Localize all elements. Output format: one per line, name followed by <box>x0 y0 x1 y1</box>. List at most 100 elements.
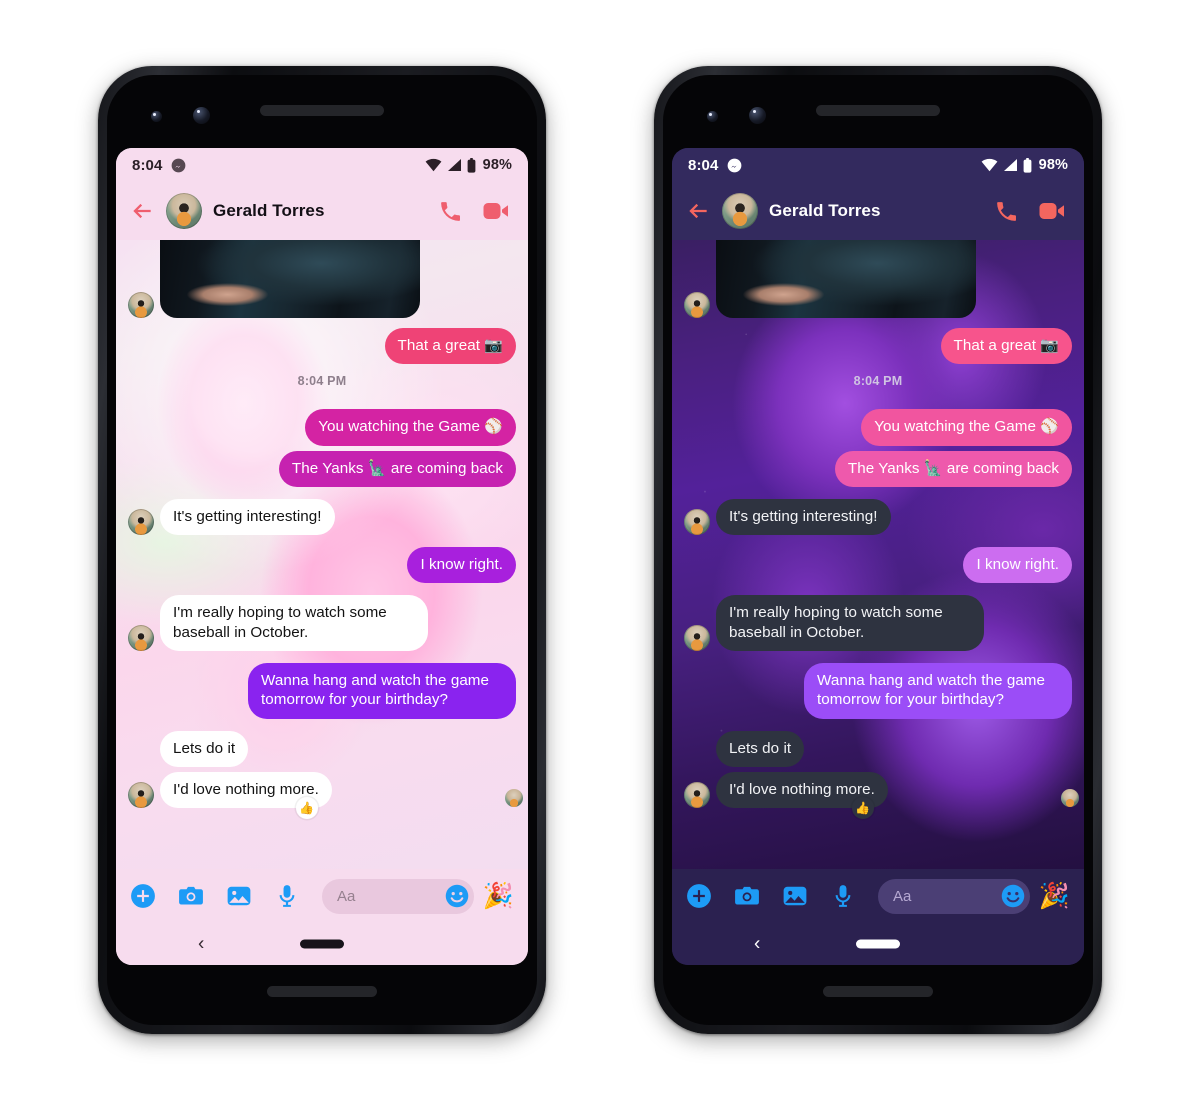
message-bubble[interactable]: That a great 📷 <box>384 328 516 365</box>
phone-device-light: 8:04 98% Gerald Torres That a great 📷 8:… <box>98 66 546 1034</box>
battery-percent: 98% <box>482 157 512 173</box>
nav-back-button[interactable]: ‹ <box>754 935 760 954</box>
status-bar-right: 98% <box>981 157 1068 173</box>
contact-avatar[interactable] <box>166 193 202 229</box>
message-emoji: ⚾ <box>1040 418 1059 436</box>
message-emoji: 📷 <box>484 337 503 354</box>
message-bubble[interactable]: You watching the Game ⚾ <box>305 409 516 446</box>
message-row: You watching the Game ⚾ <box>684 409 1072 446</box>
message-bubble[interactable]: Wanna hang and watch the game tomorrow f… <box>248 663 516 719</box>
avatar[interactable] <box>128 509 154 536</box>
smiley-face-icon[interactable] <box>444 883 470 909</box>
message-row: Lets do it <box>128 730 516 767</box>
reaction-badge[interactable]: 👍 <box>295 797 318 820</box>
sensor-dot-icon <box>707 111 718 122</box>
message-timestamp: 8:04 PM <box>853 374 903 389</box>
screenshot-stage: 8:04 98% Gerald Torres That a great 📷 8:… <box>0 0 1200 1100</box>
message-input[interactable]: Aa <box>322 878 474 914</box>
sticker-icon[interactable]: 🎉 <box>1039 883 1070 909</box>
message-bubble[interactable]: Lets do it <box>160 730 249 767</box>
microphone-icon[interactable] <box>274 883 300 909</box>
message-bubble[interactable]: I'd love nothing more. 👍 <box>716 771 888 820</box>
nav-back-button[interactable]: ‹ <box>198 935 204 954</box>
message-row: Wanna hang and watch the game tomorrow f… <box>128 663 516 719</box>
sticker-icon[interactable]: 🎉 <box>483 883 514 909</box>
message-row: Wanna hang and watch the game tomorrow f… <box>684 663 1072 719</box>
message-row: The Yanks 🗽 are coming back <box>684 450 1072 487</box>
phone-call-icon[interactable] <box>994 199 1019 224</box>
wifi-icon <box>425 158 442 172</box>
message-bubble[interactable]: That a great 📷 <box>940 328 1072 365</box>
plus-circle-icon[interactable] <box>130 883 156 909</box>
phone-screen-dark: 8:04 98% Gerald Torres That a great 📷 8:… <box>672 148 1084 965</box>
gallery-image-icon[interactable] <box>782 883 808 909</box>
camera-icon[interactable] <box>178 883 204 909</box>
avatar[interactable] <box>684 509 710 536</box>
earpiece-speaker <box>260 105 384 116</box>
thread-content: That a great 📷 8:04 PM You watching the Ga… <box>684 240 1079 820</box>
message-bubble[interactable]: I know right. <box>963 547 1072 584</box>
camera-icon[interactable] <box>734 883 760 909</box>
message-timestamp: 8:04 PM <box>297 374 347 389</box>
bottom-speaker-grille <box>267 986 377 997</box>
phone-screen-light: 8:04 98% Gerald Torres That a great 📷 8:… <box>116 148 528 965</box>
plus-circle-icon[interactable] <box>686 883 712 909</box>
avatar[interactable] <box>128 782 154 809</box>
message-bubble[interactable]: You watching the Game ⚾ <box>861 409 1072 446</box>
cell-signal-icon <box>1003 159 1017 171</box>
message-bubble[interactable]: It's getting interesting! <box>716 498 891 536</box>
message-composer: Aa 🎉 <box>116 869 528 923</box>
message-bubble[interactable]: It's getting interesting! <box>160 498 335 536</box>
status-time: 8:04 <box>688 156 719 174</box>
message-row: I know right. <box>684 547 1072 584</box>
avatar[interactable] <box>128 625 154 652</box>
message-row: I'm really hoping to watch some baseball… <box>128 595 516 652</box>
avatar[interactable] <box>684 625 710 652</box>
message-row: I'm really hoping to watch some baseball… <box>684 595 1072 652</box>
message-emoji: 🗽 <box>923 459 943 477</box>
back-arrow-icon[interactable] <box>685 198 711 224</box>
video-call-icon[interactable] <box>483 200 510 222</box>
smiley-face-icon[interactable] <box>1000 883 1026 909</box>
status-bar: 8:04 98% <box>672 148 1084 182</box>
message-bubble[interactable]: I'd love nothing more. 👍 <box>160 771 332 820</box>
avatar[interactable] <box>128 292 154 318</box>
status-bar-left: 8:04 <box>688 157 742 174</box>
message-bubble[interactable]: The Yanks 🗽 are coming back <box>278 450 516 487</box>
gallery-image-icon[interactable] <box>226 883 252 909</box>
back-arrow-icon[interactable] <box>129 198 155 224</box>
contact-name: Gerald Torres <box>769 201 881 220</box>
message-bubble[interactable]: I'm really hoping to watch some baseball… <box>160 595 428 652</box>
message-row: You watching the Game ⚾ <box>128 409 516 446</box>
home-pill[interactable] <box>856 939 900 949</box>
front-camera-icon <box>749 107 766 124</box>
avatar[interactable] <box>684 292 710 318</box>
photo-attachment[interactable] <box>160 240 420 318</box>
phone-call-icon[interactable] <box>438 199 463 224</box>
message-bubble[interactable]: The Yanks 🗽 are coming back <box>834 450 1072 487</box>
microphone-icon[interactable] <box>830 883 856 909</box>
battery-icon <box>467 157 476 173</box>
message-input-placeholder: Aa <box>893 887 912 905</box>
system-nav-bar: ‹ <box>116 923 528 965</box>
message-bubble[interactable]: Wanna hang and watch the game tomorrow f… <box>804 663 1072 719</box>
message-bubble[interactable]: I know right. <box>407 547 516 584</box>
message-row: I know right. <box>128 547 516 584</box>
message-bubble[interactable]: Lets do it <box>716 730 805 767</box>
message-thread[interactable]: That a great 📷 8:04 PM You watching the Ga… <box>672 240 1084 869</box>
home-pill[interactable] <box>300 939 344 949</box>
earpiece-speaker <box>816 105 940 116</box>
chat-header: Gerald Torres <box>116 182 528 240</box>
reaction-badge[interactable]: 👍 <box>851 797 874 820</box>
photo-attachment[interactable] <box>716 240 976 318</box>
message-thread[interactable]: That a great 📷 8:04 PM You watching the Ga… <box>116 240 528 869</box>
contact-avatar[interactable] <box>722 193 758 229</box>
message-input[interactable]: Aa <box>878 878 1030 914</box>
message-row: The Yanks 🗽 are coming back <box>128 450 516 487</box>
message-row: It's getting interesting! <box>128 498 516 536</box>
wifi-icon <box>981 158 998 172</box>
cell-signal-icon <box>447 159 461 171</box>
video-call-icon[interactable] <box>1039 200 1066 222</box>
avatar[interactable] <box>684 782 710 809</box>
message-bubble[interactable]: I'm really hoping to watch some baseball… <box>716 595 984 652</box>
